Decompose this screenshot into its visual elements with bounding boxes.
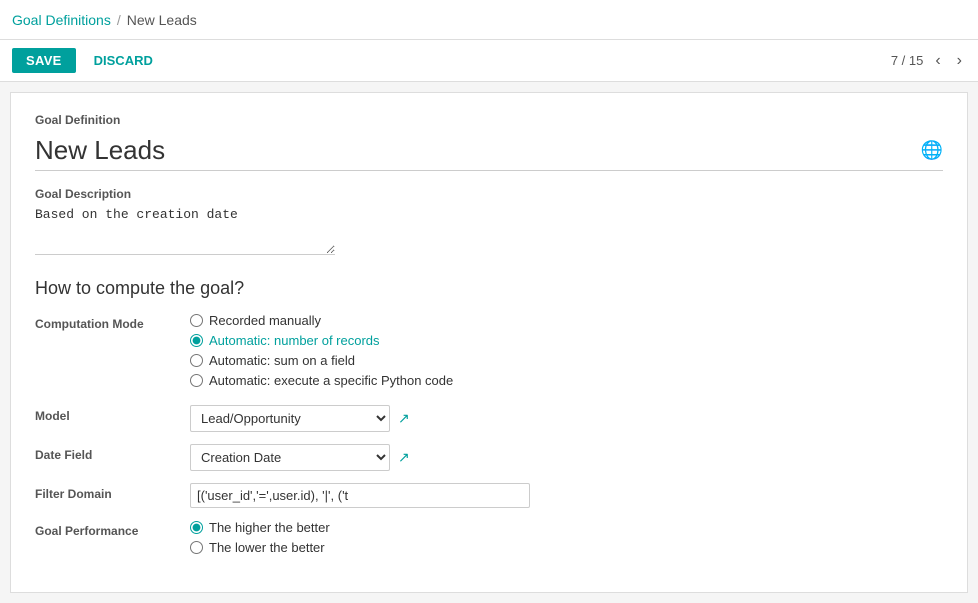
radio-auto-sum-label[interactable]: Automatic: sum on a field — [209, 353, 355, 368]
radio-recorded-manually-input[interactable] — [190, 314, 203, 327]
radio-lower-better-label[interactable]: The lower the better — [209, 540, 325, 555]
filter-domain-input[interactable] — [190, 483, 530, 508]
filter-domain-row: Filter Domain — [35, 483, 943, 508]
radio-auto-sum: Automatic: sum on a field — [190, 353, 943, 368]
radio-higher-better: The higher the better — [190, 520, 943, 535]
prev-button[interactable]: ‹ — [931, 50, 944, 72]
radio-auto-sum-input[interactable] — [190, 354, 203, 367]
radio-auto-python-input[interactable] — [190, 374, 203, 387]
computation-mode-row: Computation Mode Recorded manually Autom… — [35, 313, 943, 393]
breadcrumb-current: New Leads — [127, 12, 197, 28]
radio-auto-python: Automatic: execute a specific Python cod… — [190, 373, 943, 388]
toolbar: SAVE DISCARD 7 / 15 ‹ › — [0, 40, 978, 82]
filter-domain-label: Filter Domain — [35, 483, 190, 501]
goal-definition-label: Goal Definition — [35, 113, 943, 127]
date-field-row: Date Field Creation Date Modified Date C… — [35, 444, 943, 471]
title-row: 🌐 — [35, 135, 943, 171]
save-button[interactable]: SAVE — [12, 48, 76, 73]
radio-higher-better-label[interactable]: The higher the better — [209, 520, 330, 535]
goal-description-group: Goal Description Based on the creation d… — [35, 187, 943, 258]
model-external-link-icon[interactable]: ↗ — [398, 410, 410, 427]
radio-lower-better-input[interactable] — [190, 541, 203, 554]
goal-title-input[interactable] — [35, 135, 913, 166]
model-select[interactable]: Lead/Opportunity Contact Customer — [190, 405, 390, 432]
date-field-external-link-icon[interactable]: ↗ — [398, 449, 410, 466]
date-field-content: Creation Date Modified Date Close Date ↗ — [190, 444, 943, 471]
pagination-controls: 7 / 15 ‹ › — [891, 50, 966, 72]
top-bar: Goal Definitions / New Leads — [0, 0, 978, 40]
radio-auto-records: Automatic: number of records — [190, 333, 943, 348]
filter-domain-content — [190, 483, 943, 508]
radio-auto-python-label[interactable]: Automatic: execute a specific Python cod… — [209, 373, 453, 388]
radio-higher-better-input[interactable] — [190, 521, 203, 534]
goal-performance-row: Goal Performance The higher the better T… — [35, 520, 943, 560]
goal-description-label: Goal Description — [35, 187, 943, 201]
radio-lower-better: The lower the better — [190, 540, 943, 555]
radio-recorded-manually: Recorded manually — [190, 313, 943, 328]
how-to-compute-heading: How to compute the goal? — [35, 278, 943, 299]
computation-mode-label: Computation Mode — [35, 313, 190, 331]
radio-auto-records-label[interactable]: Automatic: number of records — [209, 333, 380, 348]
toolbar-actions: SAVE DISCARD — [12, 48, 163, 73]
goal-performance-label: Goal Performance — [35, 520, 190, 538]
model-label: Model — [35, 405, 190, 423]
globe-icon[interactable]: 🌐 — [921, 140, 943, 161]
next-button[interactable]: › — [953, 50, 966, 72]
breadcrumb-link[interactable]: Goal Definitions — [12, 12, 111, 28]
date-field-select[interactable]: Creation Date Modified Date Close Date — [190, 444, 390, 471]
discard-button[interactable]: DISCARD — [84, 48, 163, 73]
radio-auto-records-input[interactable] — [190, 334, 203, 347]
breadcrumb-separator: / — [117, 12, 121, 28]
goal-description-textarea[interactable]: Based on the creation date — [35, 205, 335, 255]
date-field-label: Date Field — [35, 444, 190, 462]
computation-mode-options: Recorded manually Automatic: number of r… — [190, 313, 943, 393]
model-content: Lead/Opportunity Contact Customer ↗ — [190, 405, 943, 432]
breadcrumb: Goal Definitions / New Leads — [12, 12, 197, 28]
model-row: Model Lead/Opportunity Contact Customer … — [35, 405, 943, 432]
main-content: Goal Definition 🌐 Goal Description Based… — [10, 92, 968, 593]
radio-recorded-manually-label[interactable]: Recorded manually — [209, 313, 321, 328]
pagination-text: 7 / 15 — [891, 53, 924, 68]
goal-performance-options: The higher the better The lower the bett… — [190, 520, 943, 560]
